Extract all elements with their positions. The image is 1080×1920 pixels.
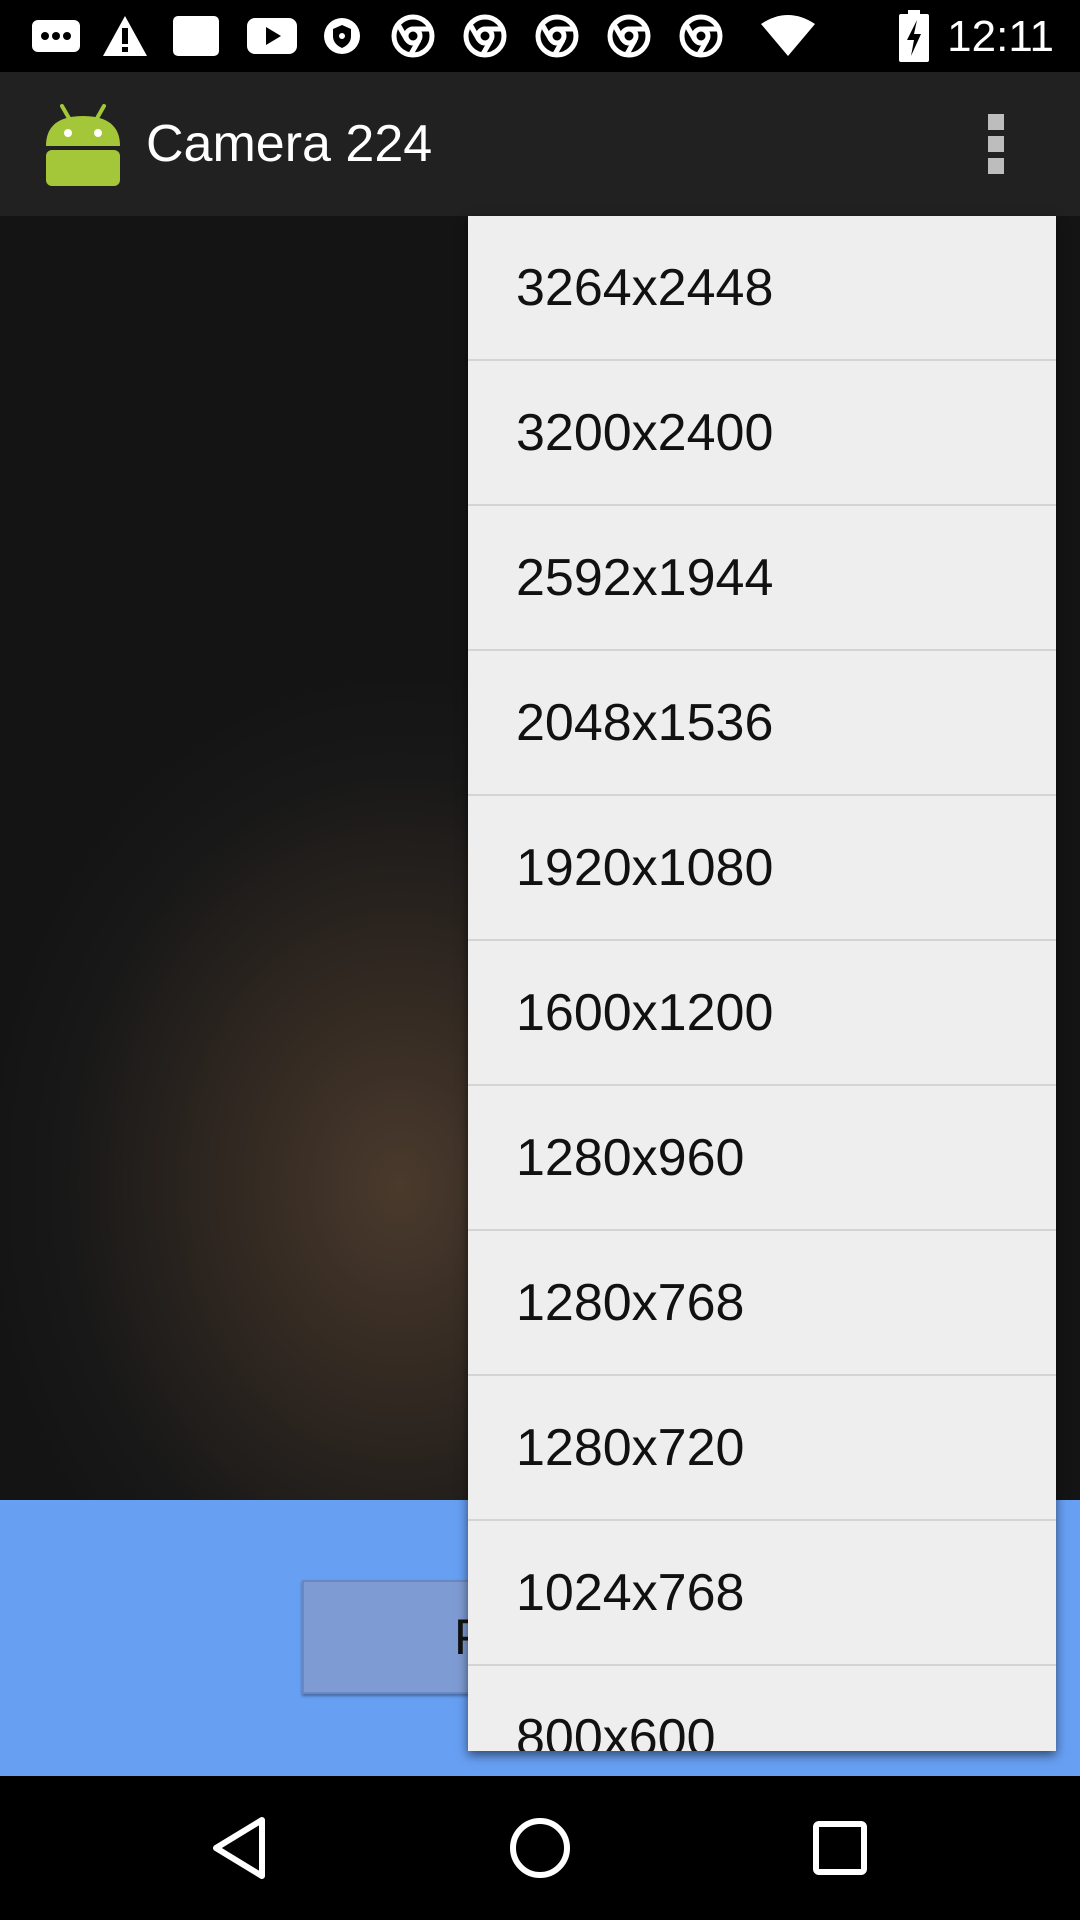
chrome-icon bbox=[676, 0, 726, 72]
navigation-bar bbox=[0, 1776, 1080, 1920]
chrome-icon bbox=[460, 0, 510, 72]
menu-item-resolution[interactable]: 3264x2448 bbox=[468, 216, 1056, 361]
battery-charging-icon bbox=[896, 0, 932, 72]
app-bar: Camera 224 bbox=[0, 72, 1080, 216]
chrome-icon bbox=[388, 0, 438, 72]
youtube-icon bbox=[244, 0, 300, 72]
menu-item-resolution[interactable]: 1280x960 bbox=[468, 1086, 1056, 1231]
sd-card-icon bbox=[170, 0, 222, 72]
menu-item-resolution[interactable]: 2048x1536 bbox=[468, 651, 1056, 796]
chrome-icon bbox=[604, 0, 654, 72]
vpn-shield-icon bbox=[318, 0, 366, 72]
android-icon bbox=[38, 100, 128, 190]
menu-item-resolution[interactable]: 1600x1200 bbox=[468, 941, 1056, 1086]
status-time: 12:11 bbox=[947, 12, 1054, 61]
overflow-menu-icon[interactable] bbox=[966, 108, 1026, 180]
warning-icon bbox=[100, 0, 150, 72]
back-icon[interactable] bbox=[160, 1776, 320, 1920]
menu-item-resolution[interactable]: 1024x768 bbox=[468, 1521, 1056, 1666]
app-title: Camera 224 bbox=[146, 115, 433, 173]
home-icon[interactable] bbox=[460, 1776, 620, 1920]
more-icon bbox=[28, 0, 84, 72]
chrome-icon bbox=[532, 0, 582, 72]
status-bar: 12:11 bbox=[0, 0, 1080, 72]
menu-item-resolution[interactable]: 1280x720 bbox=[468, 1376, 1056, 1521]
menu-item-resolution[interactable]: 3200x2400 bbox=[468, 361, 1056, 506]
menu-item-resolution[interactable]: 1280x768 bbox=[468, 1231, 1056, 1376]
resolution-menu: 3264x2448 3200x2400 2592x1944 2048x1536 … bbox=[468, 216, 1056, 1751]
menu-item-resolution[interactable]: 2592x1944 bbox=[468, 506, 1056, 651]
wifi-icon bbox=[758, 0, 818, 72]
menu-item-resolution[interactable]: 1920x1080 bbox=[468, 796, 1056, 941]
menu-item-resolution[interactable]: 800x600 bbox=[468, 1666, 1056, 1751]
recents-icon[interactable] bbox=[760, 1776, 920, 1920]
